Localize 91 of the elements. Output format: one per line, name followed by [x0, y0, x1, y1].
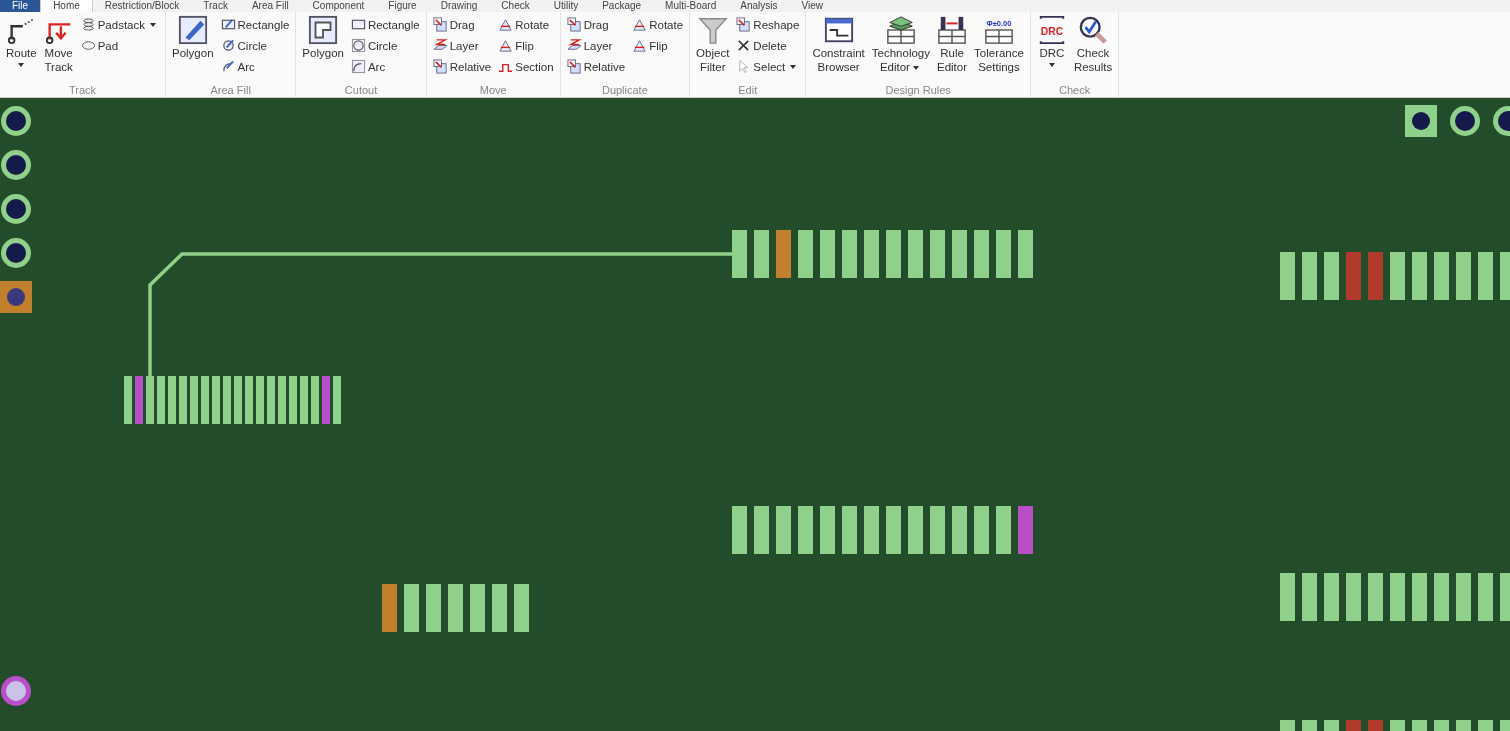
arc-outline-icon	[350, 59, 366, 74]
drag-icon	[566, 17, 582, 32]
ribbon-tab[interactable]: Restriction/Block	[92, 0, 192, 12]
via	[1, 238, 31, 268]
ribbon-button[interactable]: Rule Editor	[935, 14, 970, 75]
group-label: Move	[478, 83, 508, 97]
group-label: Track	[67, 83, 98, 97]
oval-icon	[80, 38, 96, 53]
ribbon-button[interactable]: Route	[4, 14, 39, 71]
ribbon-tab[interactable]: Package	[590, 0, 654, 12]
circle-outline-icon	[350, 38, 366, 53]
ribbon-button[interactable]: Drag	[564, 14, 628, 35]
ribbon-button[interactable]: Section	[496, 56, 556, 77]
ribbon-button[interactable]: Drag	[430, 14, 494, 35]
ribbon-tab[interactable]: Figure	[376, 0, 429, 12]
ribbon-button[interactable]: Arc	[348, 56, 422, 77]
via	[1, 106, 31, 136]
ribbon-button[interactable]: Move Track	[41, 14, 76, 75]
square-pad	[1405, 105, 1437, 137]
group-label: Check	[1058, 83, 1092, 97]
layer-icon	[432, 38, 448, 53]
file-tab[interactable]: File	[0, 0, 41, 12]
group-label: Cutout	[343, 83, 379, 97]
via	[1, 194, 31, 224]
flip-icon	[498, 38, 514, 53]
relative-icon	[432, 59, 448, 74]
ribbon-button[interactable]: Delete	[734, 35, 802, 56]
ribbon-tab[interactable]: Utility	[541, 0, 591, 12]
ribbon-tab[interactable]: Analysis	[728, 0, 790, 12]
group-label: Duplicate	[600, 83, 649, 97]
circle-pencil-icon	[220, 38, 236, 53]
pencil-square-icon	[177, 15, 208, 45]
square-pad	[0, 281, 32, 313]
ribbon-tab[interactable]: Area Fill	[239, 0, 301, 12]
delete-icon	[736, 38, 752, 53]
ribbon-button[interactable]: Reshape	[734, 14, 802, 35]
ribbon-button[interactable]: Constraint Browser	[810, 14, 867, 75]
check-magnifier-icon	[1078, 15, 1109, 45]
rotate-icon	[498, 17, 514, 32]
ribbon-button[interactable]: Relative	[430, 56, 494, 77]
flip-icon	[632, 38, 648, 53]
ribbon-button[interactable]: Arc	[218, 56, 292, 77]
ribbon-button[interactable]: Φ±0.00 Tolerance Settings	[972, 14, 1026, 75]
ribbon-tab[interactable]: View	[789, 0, 835, 12]
ribbon-button[interactable]: Pad	[78, 35, 161, 56]
ribbon-button[interactable]: Layer	[564, 35, 628, 56]
polygon-outline-icon	[308, 15, 339, 45]
ribbon-button[interactable]: Rotate	[630, 14, 686, 35]
layers-table-icon	[885, 15, 916, 45]
via	[1, 676, 31, 706]
ribbon-button[interactable]: Object Filter	[694, 14, 732, 75]
ribbon-button[interactable]: Rectangle	[218, 14, 292, 35]
ribbon-button[interactable]: Padstack	[78, 14, 161, 35]
arc-pencil-icon	[220, 59, 236, 74]
ribbon-button[interactable]: Flip	[496, 35, 556, 56]
drag-icon	[432, 17, 448, 32]
ribbon-button[interactable]: Technology Editor	[869, 14, 932, 75]
via	[1493, 106, 1510, 136]
ribbon-tab[interactable]: Check	[489, 0, 542, 12]
ribbon-button[interactable]: Circle	[218, 35, 292, 56]
rectangle-outline-icon	[350, 17, 366, 32]
ribbon-tab[interactable]: Home	[40, 0, 93, 12]
ribbon-tab[interactable]: Drawing	[428, 0, 490, 12]
ribbon-button[interactable]: Rectangle	[348, 14, 422, 35]
via	[1450, 106, 1480, 136]
ribbon-tab[interactable]: Track	[191, 0, 240, 12]
group-label: Design Rules	[884, 83, 952, 97]
relative-icon	[566, 59, 582, 74]
ribbon-button[interactable]: Rotate	[496, 14, 556, 35]
window-icon	[823, 15, 854, 45]
ribbon-button[interactable]: Flip	[630, 35, 686, 56]
ribbon-button[interactable]: Relative	[564, 56, 628, 77]
reshape-icon	[736, 17, 752, 32]
padstack-icon	[80, 17, 96, 32]
funnel-icon	[697, 15, 728, 45]
rotate-icon	[632, 17, 648, 32]
ribbon-button[interactable]: Check Results	[1071, 14, 1115, 75]
ribbon-tab[interactable]: Component	[300, 0, 377, 12]
ribbon-tab[interactable]: Multi-Board	[653, 0, 729, 12]
ribbon-button[interactable]: Select	[734, 56, 802, 77]
ribbon-button[interactable]: Polygon	[170, 14, 216, 61]
via	[1, 150, 31, 180]
group-label: Area Fill	[209, 83, 252, 97]
ribbon-button[interactable]: Layer	[430, 35, 494, 56]
rule-table-icon	[937, 15, 967, 45]
layer-icon	[566, 38, 582, 53]
ribbon-button[interactable]: DRC DRC	[1034, 14, 1069, 71]
rectangle-pencil-icon	[220, 17, 236, 32]
group-label: Edit	[737, 83, 759, 97]
ribbon-button[interactable]: Polygon	[300, 14, 346, 61]
ribbon-button[interactable]: Circle	[348, 35, 422, 56]
